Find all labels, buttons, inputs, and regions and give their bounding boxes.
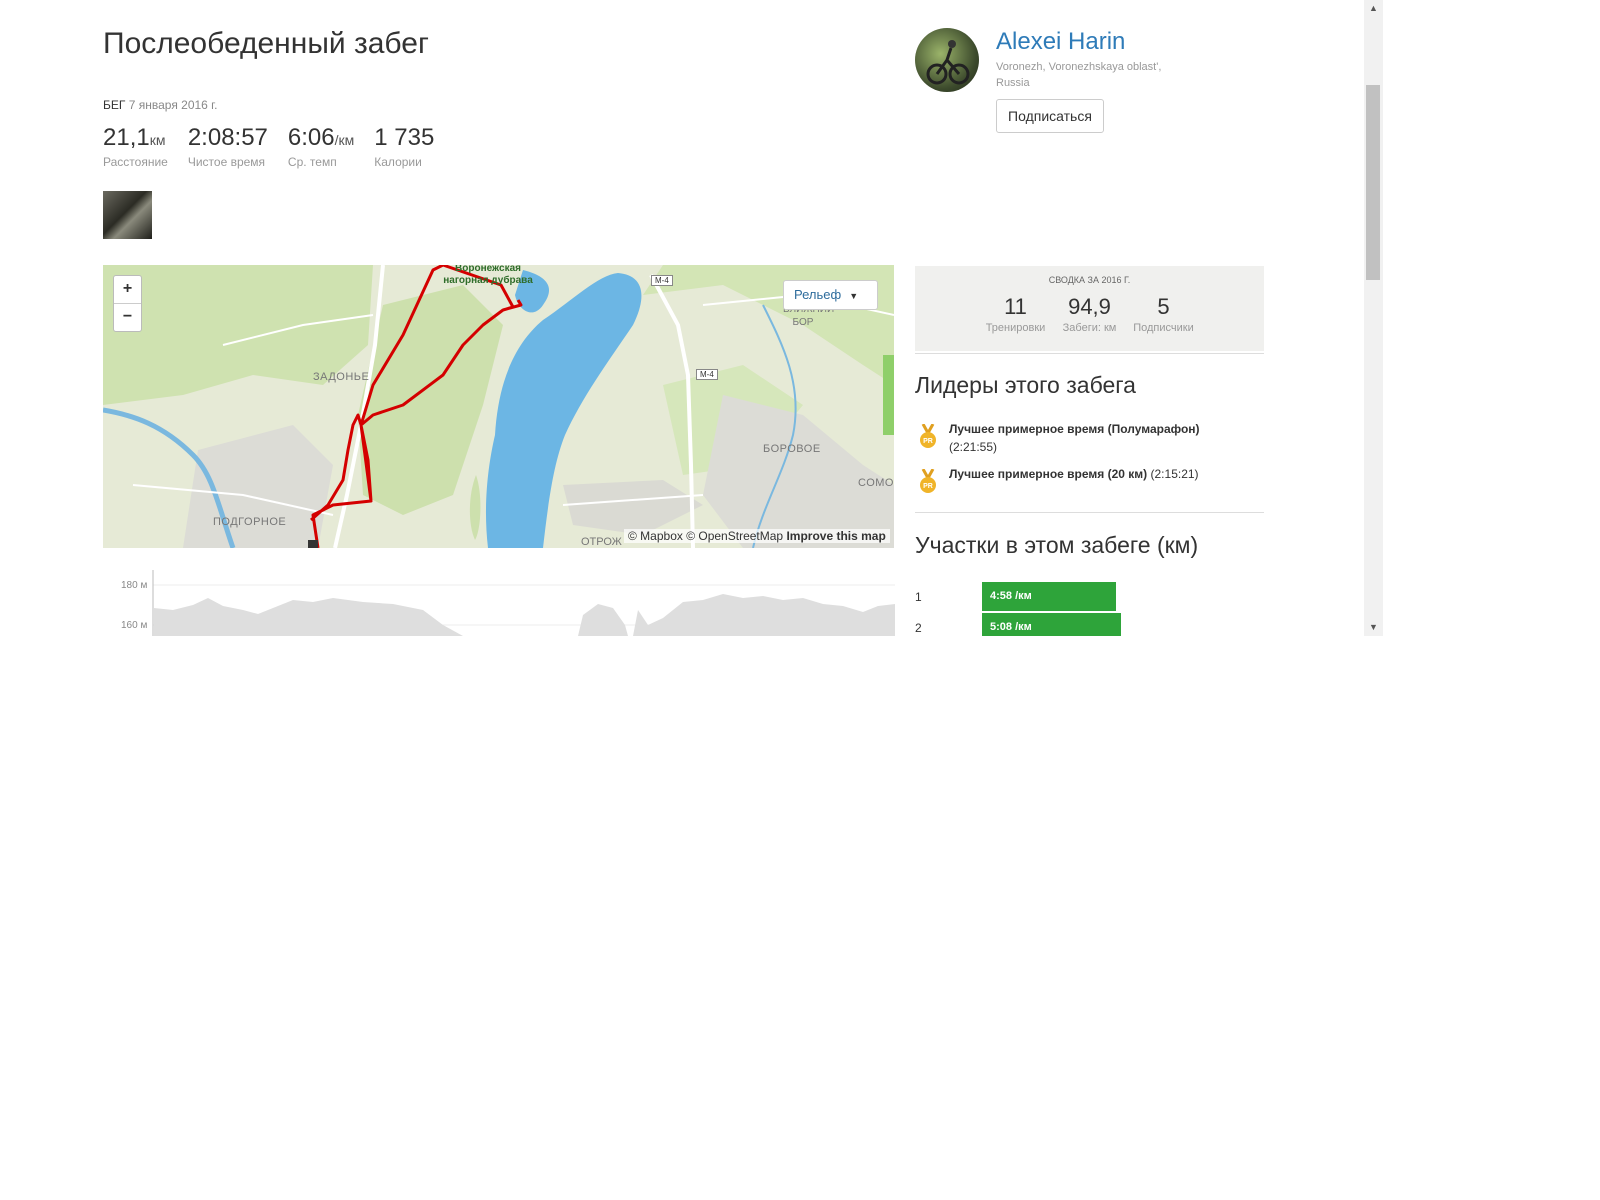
summary-followers: 5 Подписчики	[1127, 294, 1201, 334]
stat-unit: /км	[334, 132, 355, 148]
summary-value: 5	[1157, 294, 1170, 319]
stat-pace: 6:06/км Ср. темп	[288, 124, 354, 169]
map-label: СОМОВ	[858, 477, 894, 489]
summary-value: 11	[1004, 294, 1027, 319]
summary-label: Тренировки	[985, 322, 1046, 334]
map-style-label: Рельеф	[794, 287, 842, 302]
achievement-time: (2:15:21)	[1150, 467, 1199, 481]
split-pace-bar: 4:58 /км	[982, 582, 1116, 611]
activity-meta: Бег 7 января 2016 г.	[103, 98, 217, 112]
summary-run-km: 94,9 Забеги: км	[1053, 294, 1127, 334]
pr-medal-icon: PR	[920, 469, 936, 493]
achievement-item[interactable]: PR Лучшее примерное время (20 км) (2:15:…	[915, 465, 1245, 493]
activity-photo-thumbnail[interactable]	[103, 191, 152, 239]
map-label: ЗАДОНЬЕ	[313, 371, 370, 383]
stat-value: 21,1	[103, 124, 150, 151]
map-label: ОТРОЖ	[581, 536, 622, 548]
attribution-text[interactable]: © Mapbox © OpenStreetMap	[628, 529, 783, 543]
map-attribution: © Mapbox © OpenStreetMap Improve this ma…	[624, 529, 890, 543]
route-map[interactable]: ЗАДОНЬЕ ПОДГОРНОЕ БОРОВОЕ СОМОВ БЛИЖНИЙ …	[103, 265, 894, 548]
activity-type: Бег	[103, 98, 126, 112]
svg-text:PR: PR	[923, 438, 933, 445]
elevation-area	[578, 594, 895, 636]
follow-button[interactable]: Подписаться	[996, 99, 1104, 133]
split-number: 2	[915, 621, 922, 635]
svg-text:PR: PR	[923, 483, 933, 490]
summary-label: Подписчики	[1133, 322, 1194, 334]
pr-medal-icon: PR	[920, 424, 936, 448]
athlete-name-link[interactable]: Alexei Harin	[996, 28, 1125, 56]
zoom-out-button[interactable]: −	[114, 304, 141, 331]
map-zoom-control: + −	[113, 275, 142, 332]
year-summary: Сводка за 2016 г. 11 Тренировки 94,9 Заб…	[915, 266, 1264, 351]
vertical-scrollbar[interactable]: ▲ ▼	[1364, 0, 1383, 636]
zoom-in-button[interactable]: +	[114, 276, 141, 304]
stat-calories: 1 735 Калории	[374, 124, 434, 169]
park-area	[883, 355, 894, 435]
map-canvas	[103, 265, 894, 548]
map-style-dropdown[interactable]: Рельеф ▼	[783, 280, 878, 310]
summary-label: Забеги: км	[1062, 322, 1117, 334]
summary-heading: Сводка за 2016 г.	[1048, 275, 1131, 285]
map-label: ПОДГОРНОЕ	[213, 516, 287, 528]
activity-title: Послеобеденный забег	[103, 27, 429, 60]
activity-date: 7 января 2016 г.	[128, 98, 218, 112]
avatar[interactable]	[915, 28, 979, 92]
leaders-heading: Лидеры этого забега	[915, 372, 1136, 398]
stat-distance: 21,1км Расстояние	[103, 124, 168, 169]
scrollbar-thumb[interactable]	[1366, 85, 1380, 280]
road-shield: M-4	[651, 275, 673, 286]
stat-label: Чистое время	[187, 155, 266, 169]
scroll-down-icon[interactable]: ▼	[1364, 619, 1383, 636]
improve-map-link[interactable]: Improve this map	[786, 529, 885, 543]
elevation-profile	[152, 570, 895, 636]
finish-flag-icon	[308, 540, 318, 548]
page-viewport: Послеобеденный забег Бег 7 января 2016 г…	[0, 0, 1383, 636]
summary-workouts: 11 Тренировки	[979, 294, 1053, 334]
split-pace-bar: 5:08 /км	[982, 613, 1121, 636]
stat-value: 6:06	[287, 124, 335, 151]
divider	[915, 512, 1264, 513]
elevation-area	[154, 598, 463, 636]
stat-label: Калории	[374, 155, 422, 169]
stat-value: 2:08:57	[187, 124, 268, 151]
stat-unit: км	[149, 132, 166, 148]
stat-value: 1 735	[374, 124, 435, 151]
stat-label: Ср. темп	[287, 155, 337, 169]
map-label-park: Воронежская нагорная дубрава	[443, 265, 533, 286]
stat-moving-time: 2:08:57 Чистое время	[188, 124, 268, 169]
achievement-item[interactable]: PR Лучшее примерное время (Полумарафон) …	[915, 420, 1245, 456]
achievement-time: (2:21:55)	[949, 440, 998, 454]
stat-label: Расстояние	[103, 155, 168, 169]
cyclist-photo-icon	[926, 40, 970, 85]
splits-heading: Участки в этом забеге (км)	[915, 532, 1199, 558]
split-number: 1	[915, 590, 922, 604]
road-shield: M-4	[696, 369, 718, 380]
activity-stats: 21,1км Расстояние 2:08:57 Чистое время 6…	[103, 124, 454, 169]
summary-value: 94,9	[1068, 294, 1111, 319]
divider	[915, 353, 1264, 354]
caret-down-icon: ▼	[849, 290, 859, 301]
achievement-name: Лучшее примерное время (Полумарафон)	[949, 422, 1200, 436]
elevation-chart[interactable]: 180 м 160 м	[103, 570, 895, 636]
athlete-location: Voronezh, Voronezhskaya oblast', Russia	[996, 61, 1162, 89]
achievement-name: Лучшее примерное время (20 км)	[949, 467, 1148, 481]
map-label: БОРОВОЕ	[763, 443, 821, 455]
scroll-up-icon[interactable]: ▲	[1364, 0, 1383, 17]
